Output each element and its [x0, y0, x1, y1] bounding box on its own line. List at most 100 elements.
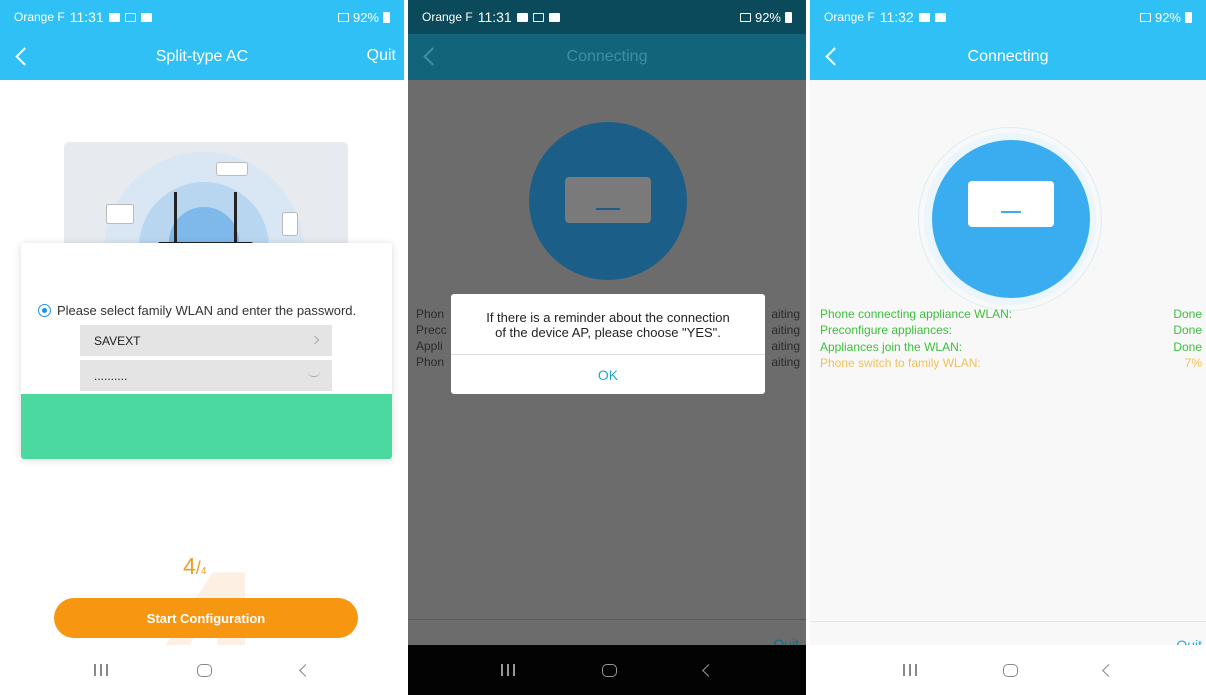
android-nav-bar	[810, 645, 1206, 695]
screen-connecting-progress: Orange F 11:32 92% Connecting Phone conn…	[810, 0, 1206, 695]
router-antenna-left	[174, 192, 177, 247]
battery-percent: 92%	[754, 9, 781, 25]
step-status: Done	[1173, 323, 1202, 337]
ok-button[interactable]: OK	[451, 354, 765, 394]
step-status: Done	[1173, 340, 1202, 354]
app-header: Connecting	[408, 34, 806, 80]
status-label: Phon	[416, 355, 445, 369]
step-label: Phone connecting appliance WLAN:	[820, 307, 1013, 321]
wifi-icon	[124, 12, 136, 22]
start-configuration-button[interactable]: Start Configuration	[54, 598, 358, 638]
ac-vent-icon	[596, 208, 620, 210]
nav-back-icon[interactable]	[1102, 663, 1115, 677]
progress-step: Preconfigure appliances: Done	[820, 323, 1202, 337]
clock: 11:31	[69, 9, 104, 25]
router-antenna-right	[234, 192, 237, 247]
progress-step: Phone connecting appliance WLAN: Done	[820, 307, 1202, 321]
nav-back-icon[interactable]	[701, 663, 715, 677]
step-current: 4	[183, 553, 196, 579]
checkbox-notification-icon	[548, 12, 560, 22]
step-status: Done	[1173, 307, 1202, 321]
clock: 11:32	[879, 9, 914, 25]
ssid-value: SAVEXT	[94, 333, 141, 348]
air-conditioner-icon	[565, 177, 651, 223]
background-status-labels: Phon Precc Appli Phon	[416, 306, 447, 370]
gallery-icon	[516, 12, 528, 22]
signal-icon	[337, 12, 349, 22]
step-total: 4	[200, 566, 207, 577]
clock: 11:31	[477, 9, 512, 25]
signal-icon	[1139, 12, 1151, 22]
home-icon[interactable]	[601, 663, 617, 677]
recent-apps-icon[interactable]	[94, 664, 108, 676]
step-label: Appliances join the WLAN:	[820, 340, 963, 354]
wifi-password-field[interactable]: ..........	[80, 360, 332, 391]
gallery-icon	[918, 12, 930, 22]
wifi-icon	[532, 12, 544, 22]
status-label: Precc	[416, 323, 447, 337]
status-bar: Orange F 11:31 92%	[408, 0, 806, 34]
dialog-message: If there is a reminder about the connect…	[451, 310, 765, 340]
ac-vent-icon	[1001, 211, 1021, 213]
status-label: Phon	[416, 307, 445, 321]
window-ac-icon	[106, 204, 134, 224]
app-header: Split-type AC Quit	[0, 34, 404, 80]
wifi-ssid-select[interactable]: SAVEXT	[80, 325, 332, 356]
progress-step: Phone switch to family WLAN: 7%	[820, 356, 1202, 370]
android-nav-bar	[408, 645, 806, 695]
divider	[810, 621, 1206, 622]
back-arrow-icon[interactable]	[12, 43, 36, 71]
progress-step: Appliances join the WLAN: Done	[820, 340, 1202, 354]
home-icon[interactable]	[1003, 663, 1018, 677]
wall-ac-icon	[216, 162, 248, 176]
android-nav-bar	[0, 645, 404, 695]
app-header: Connecting	[810, 34, 1206, 80]
battery-percent: 92%	[352, 9, 379, 25]
carrier-label: Orange F	[824, 10, 875, 24]
status-bar: Orange F 11:31 92%	[0, 0, 404, 34]
page-title: Split-type AC	[155, 48, 249, 65]
quit-button[interactable]: Quit	[367, 47, 396, 65]
checkbox-notification-icon	[140, 12, 152, 22]
step-label: Preconfigure appliances:	[820, 323, 953, 337]
home-icon[interactable]	[196, 663, 212, 677]
chevron-right-icon	[310, 335, 320, 345]
screen-wlan-setup: Orange F 11:31 92% Split-type AC Quit Pl…	[0, 0, 404, 695]
connection-reminder-dialog: If there is a reminder about the connect…	[451, 294, 765, 394]
battery-icon	[785, 11, 792, 23]
status-value: aiting	[771, 323, 800, 337]
card-footer	[21, 394, 392, 459]
battery-icon	[383, 11, 390, 23]
signal-icon	[739, 12, 751, 22]
status-label: Appli	[416, 339, 443, 353]
step-label: Phone switch to family WLAN:	[820, 356, 981, 370]
status-bar: Orange F 11:32 92%	[810, 0, 1206, 34]
page-title: Connecting	[566, 48, 648, 65]
dialog-message-line: If there is a reminder about the connect…	[486, 310, 730, 325]
battery-icon	[1185, 11, 1192, 23]
portable-ac-icon	[282, 212, 298, 236]
divider	[408, 619, 806, 620]
carrier-label: Orange F	[422, 10, 473, 24]
status-value: aiting	[771, 355, 800, 369]
background-status-values: aiting aiting aiting aiting	[771, 306, 800, 370]
wlan-instruction: Please select family WLAN and enter the …	[38, 303, 356, 318]
dialog-message-line: of the device AP, please choose "YES".	[495, 325, 721, 340]
instruction-text: Please select family WLAN and enter the …	[57, 303, 357, 318]
air-conditioner-icon	[968, 181, 1054, 227]
recent-apps-icon[interactable]	[903, 664, 917, 676]
gallery-icon	[108, 12, 120, 22]
back-arrow-icon[interactable]	[420, 43, 444, 71]
selected-radio[interactable]	[38, 304, 51, 317]
recent-apps-icon[interactable]	[501, 664, 515, 676]
hide-password-icon[interactable]	[308, 372, 320, 377]
password-value: ..........	[94, 368, 128, 383]
step-status: 7%	[1184, 356, 1202, 370]
status-value: aiting	[771, 339, 800, 353]
wlan-form-card: Please select family WLAN and enter the …	[21, 243, 392, 459]
back-arrow-icon[interactable]	[822, 43, 846, 71]
status-value: aiting	[771, 307, 800, 321]
nav-back-icon[interactable]	[298, 663, 312, 677]
step-indicator: 4/4	[183, 553, 206, 580]
checkbox-notification-icon	[934, 12, 946, 22]
